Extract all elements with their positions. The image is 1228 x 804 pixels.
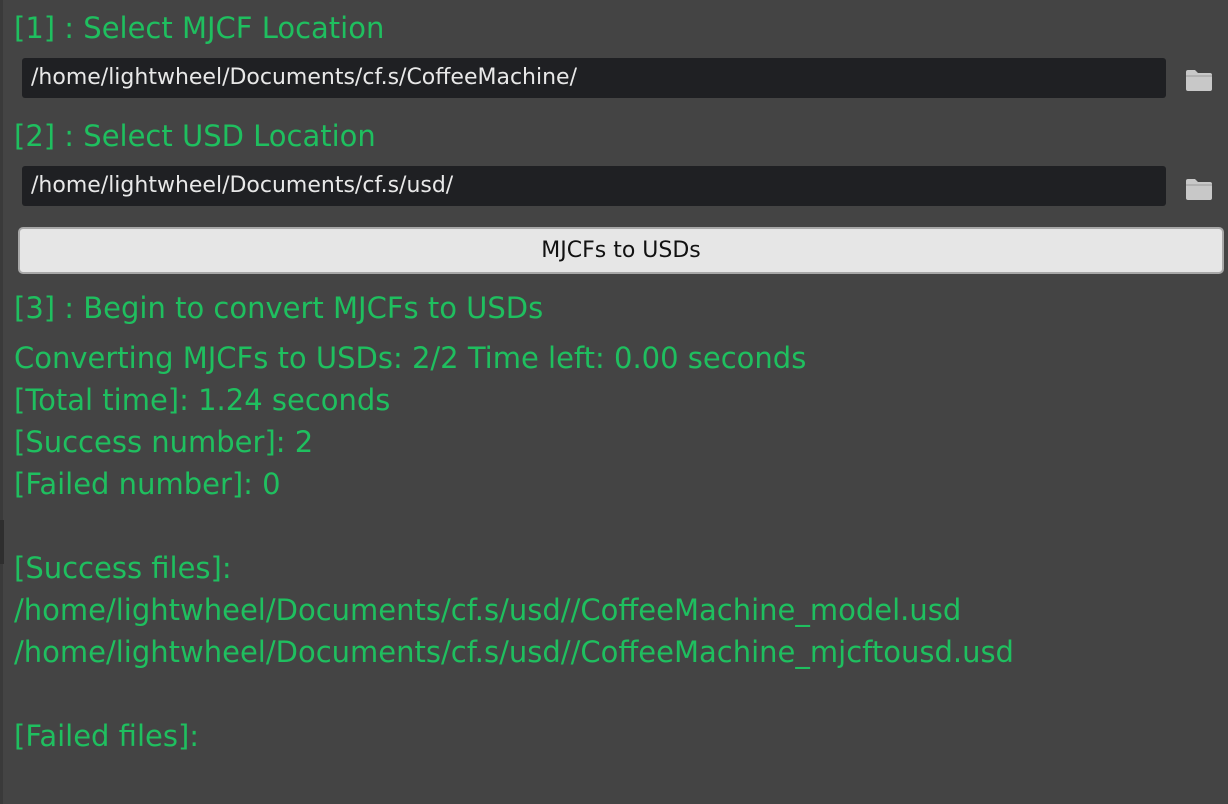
panel-left-edge [0,0,3,804]
success-file-item: /home/lightwheel/Documents/cf.s/usd//Cof… [14,635,1014,669]
step1-title: [1] : Select MJCF Location [14,11,385,45]
log-spacer [14,505,1014,547]
mjcf-location-field[interactable]: /home/lightwheel/Documents/cf.s/CoffeeMa… [22,58,1166,98]
step3-title: [3] : Begin to convert MJCFs to USDs [14,291,544,325]
success-number-text: [Success number]: 2 [14,425,314,459]
step2-title: [2] : Select USD Location [14,119,376,153]
progress-text: Converting MJCFs to USDs: 2/2 Time left:… [14,341,807,375]
failed-number-text: [Failed number]: 0 [14,467,281,501]
success-files-header: [Success files]: [14,551,232,585]
mjcf-folder-icon[interactable] [1184,68,1214,94]
mjcfs-to-usds-button[interactable]: MJCFs to USDs [18,227,1224,274]
failed-files-header: [Failed files]: [14,719,200,753]
success-file-item: /home/lightwheel/Documents/cf.s/usd//Cof… [14,593,962,627]
conversion-log: Converting MJCFs to USDs: 2/2 Time left:… [14,337,1014,757]
log-spacer [14,673,1014,715]
usd-location-field[interactable]: /home/lightwheel/Documents/cf.s/usd/ [22,166,1166,206]
panel-splitter-handle[interactable] [0,520,4,564]
usd-folder-icon[interactable] [1184,177,1214,203]
total-time-text: [Total time]: 1.24 seconds [14,383,391,417]
